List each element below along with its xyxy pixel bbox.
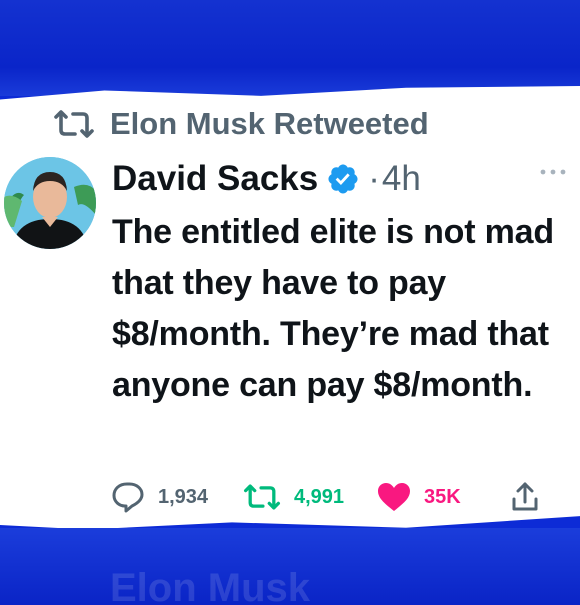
more-icon[interactable] (538, 164, 568, 180)
retweet-button[interactable]: 4,991 (242, 480, 344, 514)
social-context-label: Elon Musk Retweeted (110, 106, 429, 141)
reply-button[interactable]: 1,934 (110, 480, 208, 514)
screenshot-frame: Elon Musk Elon Musk Retweeted David Sack… (0, 0, 580, 605)
tweet-text: The entitled elite is not mad that they … (112, 213, 554, 404)
author-name[interactable]: David Sacks (112, 159, 318, 199)
social-context[interactable]: Elon Musk Retweeted (52, 104, 429, 144)
share-button[interactable] (510, 480, 540, 514)
bottom-ghost-text: Elon Musk (110, 566, 311, 605)
time-separator: · (368, 159, 380, 198)
share-icon (512, 482, 538, 511)
tweet-header: David Sacks · 4h (112, 155, 421, 203)
heart-icon (378, 483, 410, 511)
retweet-count: 4,991 (294, 485, 345, 508)
retweet-icon (244, 484, 280, 510)
tweet-actions: 1,934 4,991 35K (108, 480, 548, 514)
like-count: 35K (424, 485, 461, 508)
tweet-time[interactable]: 4h (382, 159, 421, 199)
top-blue-band (0, 0, 580, 96)
reply-count: 1,934 (158, 485, 209, 508)
avatar-image (4, 157, 96, 249)
reply-icon (112, 482, 144, 513)
bottom-blue-band: Elon Musk (0, 528, 580, 605)
like-button[interactable]: 35K (376, 480, 461, 514)
retweet-icon (54, 110, 94, 138)
verified-badge-icon[interactable] (326, 162, 360, 196)
avatar[interactable] (4, 157, 96, 249)
